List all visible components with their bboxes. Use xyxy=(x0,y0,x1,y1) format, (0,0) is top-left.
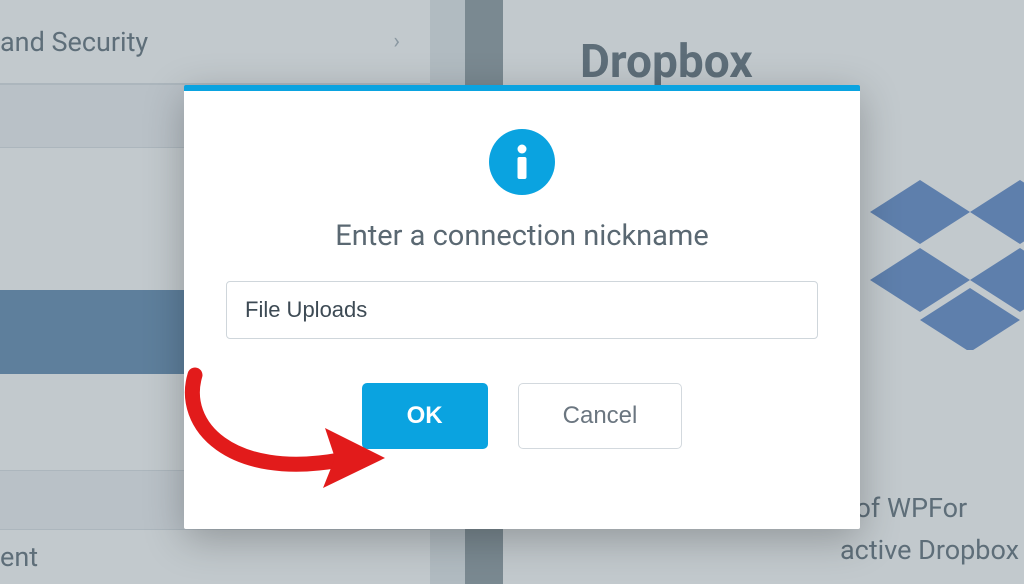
dialog-heading: Enter a connection nickname xyxy=(184,219,860,253)
dialog-button-row: OK Cancel xyxy=(184,383,860,449)
info-icon xyxy=(489,129,555,195)
app-background: and Security › ent Dropbox t of WPFor ac… xyxy=(0,0,1024,584)
connection-nickname-input[interactable] xyxy=(226,281,818,339)
connection-nickname-dialog: Enter a connection nickname OK Cancel xyxy=(184,85,860,529)
ok-button[interactable]: OK xyxy=(362,383,488,449)
cancel-button[interactable]: Cancel xyxy=(518,383,683,449)
